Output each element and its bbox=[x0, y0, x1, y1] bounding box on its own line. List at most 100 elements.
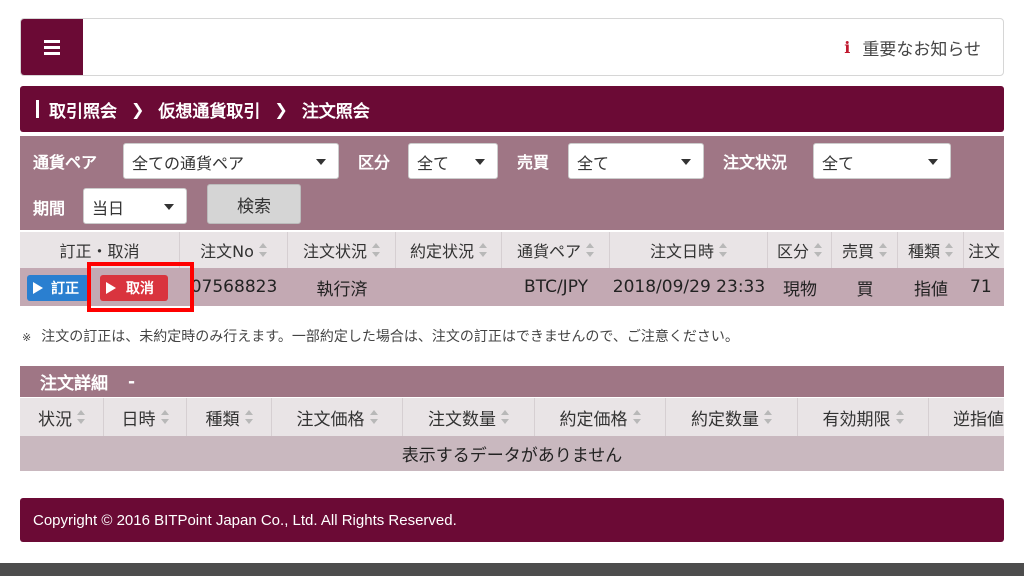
sort-icon bbox=[814, 243, 822, 257]
order-detail-dash: - bbox=[128, 371, 136, 392]
detail-column-datetime[interactable]: 日時 bbox=[104, 398, 187, 436]
sort-icon bbox=[945, 243, 953, 257]
sort-icon bbox=[369, 410, 378, 424]
sort-icon bbox=[764, 410, 772, 424]
note-mark: ※ bbox=[22, 331, 32, 344]
pair-select[interactable]: 全ての通貨ペア bbox=[123, 143, 339, 179]
sort-icon bbox=[372, 243, 380, 257]
column-label: 注文数量 bbox=[428, 409, 496, 430]
column-label: 種類 bbox=[205, 409, 240, 430]
kubun-select[interactable]: 全て bbox=[408, 143, 498, 179]
pair-cell: BTC/JPY bbox=[524, 277, 588, 297]
period-filter-label: 期間 bbox=[33, 199, 66, 218]
detail-column-order-price[interactable]: 注文価格 bbox=[272, 398, 403, 436]
order-no-cell: 07568823 bbox=[190, 277, 278, 297]
column-label: 注文No bbox=[200, 242, 254, 261]
caret-down-icon bbox=[681, 159, 691, 165]
edit-note: ※ 注文の訂正は、未約定時のみ行えます。一部約定した場合は、注文の訂正はできません… bbox=[22, 326, 739, 346]
column-label: 区分 bbox=[776, 242, 809, 261]
datetime-cell: 2018/09/29 23:33 bbox=[612, 277, 766, 297]
kubun-select-value: 全て bbox=[417, 154, 450, 173]
caret-down-icon bbox=[316, 159, 326, 165]
important-notice-link[interactable]: i 重要なお知らせ bbox=[844, 35, 981, 60]
important-notice-label: 重要なお知らせ bbox=[862, 40, 981, 60]
detail-column-stop[interactable]: 逆指値 bbox=[929, 398, 1004, 436]
price-cell: 71 bbox=[970, 277, 992, 297]
edit-order-button[interactable]: 訂正 bbox=[27, 275, 89, 301]
top-bar: i 重要なお知らせ bbox=[20, 18, 1004, 76]
kubun-cell: 現物 bbox=[783, 279, 817, 300]
detail-table-header: 状況 日時 種類 注文価格 注文数量 約定価格 約定数量 有効期限 逆指値 bbox=[20, 398, 1004, 436]
footer: Copyright © 2016 BITPoint Japan Co., Ltd… bbox=[20, 498, 1004, 542]
search-button[interactable]: 検索 bbox=[207, 184, 301, 224]
note-text: 注文の訂正は、未約定時のみ行えます。一部約定した場合は、注文の訂正はできませんの… bbox=[41, 329, 739, 345]
column-header-kubun[interactable]: 区分 bbox=[768, 232, 832, 268]
column-label: 通貨ペア bbox=[516, 242, 581, 261]
breadcrumb-bar-icon bbox=[36, 100, 39, 118]
detail-column-fill-price[interactable]: 約定価格 bbox=[535, 398, 666, 436]
sort-icon bbox=[719, 243, 727, 257]
column-header-datetime[interactable]: 注文日時 bbox=[610, 232, 768, 268]
column-label: 訂正・取消 bbox=[59, 242, 140, 261]
period-select[interactable]: 当日 bbox=[83, 188, 187, 224]
filter-panel: 通貨ペア 全ての通貨ペア 区分 全て 売買 全て 注文状況 全て 期間 当日 検… bbox=[20, 136, 1004, 230]
order-detail-header: 注文詳細 - bbox=[20, 366, 1004, 397]
sort-icon bbox=[879, 243, 887, 257]
column-header-type[interactable]: 種類 bbox=[898, 232, 964, 268]
column-label: 状況 bbox=[38, 409, 72, 430]
breadcrumb: 取引照会 ❯ 仮想通貨取引 ❯ 注文照会 bbox=[20, 86, 1004, 132]
column-header-order-status[interactable]: 注文状況 bbox=[288, 232, 396, 268]
caret-down-icon bbox=[475, 159, 485, 165]
column-header-order-no[interactable]: 注文No bbox=[180, 232, 288, 268]
caret-down-icon bbox=[164, 204, 174, 210]
chevron-right-icon: ❯ bbox=[131, 99, 145, 119]
column-header-pair[interactable]: 通貨ペア bbox=[502, 232, 610, 268]
sort-icon bbox=[586, 243, 594, 257]
sort-icon bbox=[632, 410, 641, 424]
pair-select-value: 全ての通貨ペア bbox=[132, 154, 245, 173]
detail-empty-message: 表示するデータがありません bbox=[20, 436, 1004, 471]
column-label: 売買 bbox=[841, 242, 874, 261]
sort-icon bbox=[160, 410, 169, 424]
column-label: 有効期限 bbox=[822, 409, 891, 430]
breadcrumb-item-order-inquiry: 注文照会 bbox=[301, 101, 370, 122]
detail-column-status[interactable]: 状況 bbox=[20, 398, 104, 436]
column-header-price[interactable]: 注文 bbox=[964, 232, 1004, 268]
column-label: 約定状況 bbox=[409, 242, 474, 261]
breadcrumb-item-trade-inquiry[interactable]: 取引照会 bbox=[49, 97, 117, 122]
type-cell: 指値 bbox=[914, 279, 948, 300]
column-label: 注文状況 bbox=[302, 242, 367, 261]
sort-icon bbox=[895, 410, 904, 424]
column-label: 注文 bbox=[968, 242, 1001, 261]
pair-filter-label: 通貨ペア bbox=[33, 153, 98, 172]
edit-order-button-label: 訂正 bbox=[51, 281, 79, 297]
column-label: 逆指値 bbox=[953, 409, 1004, 430]
column-label: 種類 bbox=[907, 242, 940, 261]
period-select-value: 当日 bbox=[92, 199, 125, 218]
order-detail-title: 注文詳細 bbox=[40, 374, 108, 394]
column-label: 注文日時 bbox=[649, 242, 714, 261]
breadcrumb-item-crypto-trade[interactable]: 仮想通貨取引 bbox=[158, 97, 260, 122]
column-label: 約定価格 bbox=[559, 409, 628, 430]
baibai-select[interactable]: 全て bbox=[568, 143, 704, 179]
hamburger-menu-icon[interactable] bbox=[21, 19, 83, 75]
sort-icon bbox=[258, 243, 267, 257]
detail-column-fill-qty[interactable]: 約定数量 bbox=[666, 398, 798, 436]
chevron-right-icon: ❯ bbox=[274, 99, 288, 119]
baibai-filter-label: 売買 bbox=[517, 153, 550, 172]
sort-icon bbox=[501, 410, 509, 424]
play-icon bbox=[33, 282, 43, 294]
detail-column-type[interactable]: 種類 bbox=[187, 398, 272, 436]
column-header-fill-status[interactable]: 約定状況 bbox=[396, 232, 502, 268]
column-label: 注文価格 bbox=[296, 409, 365, 430]
detail-column-expiry[interactable]: 有効期限 bbox=[798, 398, 929, 436]
sort-icon bbox=[479, 243, 487, 257]
info-icon: i bbox=[844, 38, 851, 57]
copyright-text: Copyright © 2016 BITPoint Japan Co., Ltd… bbox=[33, 511, 457, 529]
status-filter-label: 注文状況 bbox=[723, 153, 788, 172]
baibai-cell: 買 bbox=[856, 279, 874, 300]
status-select-value: 全て bbox=[822, 154, 855, 173]
status-select[interactable]: 全て bbox=[813, 143, 951, 179]
column-header-baibai[interactable]: 売買 bbox=[832, 232, 898, 268]
detail-column-order-qty[interactable]: 注文数量 bbox=[403, 398, 535, 436]
